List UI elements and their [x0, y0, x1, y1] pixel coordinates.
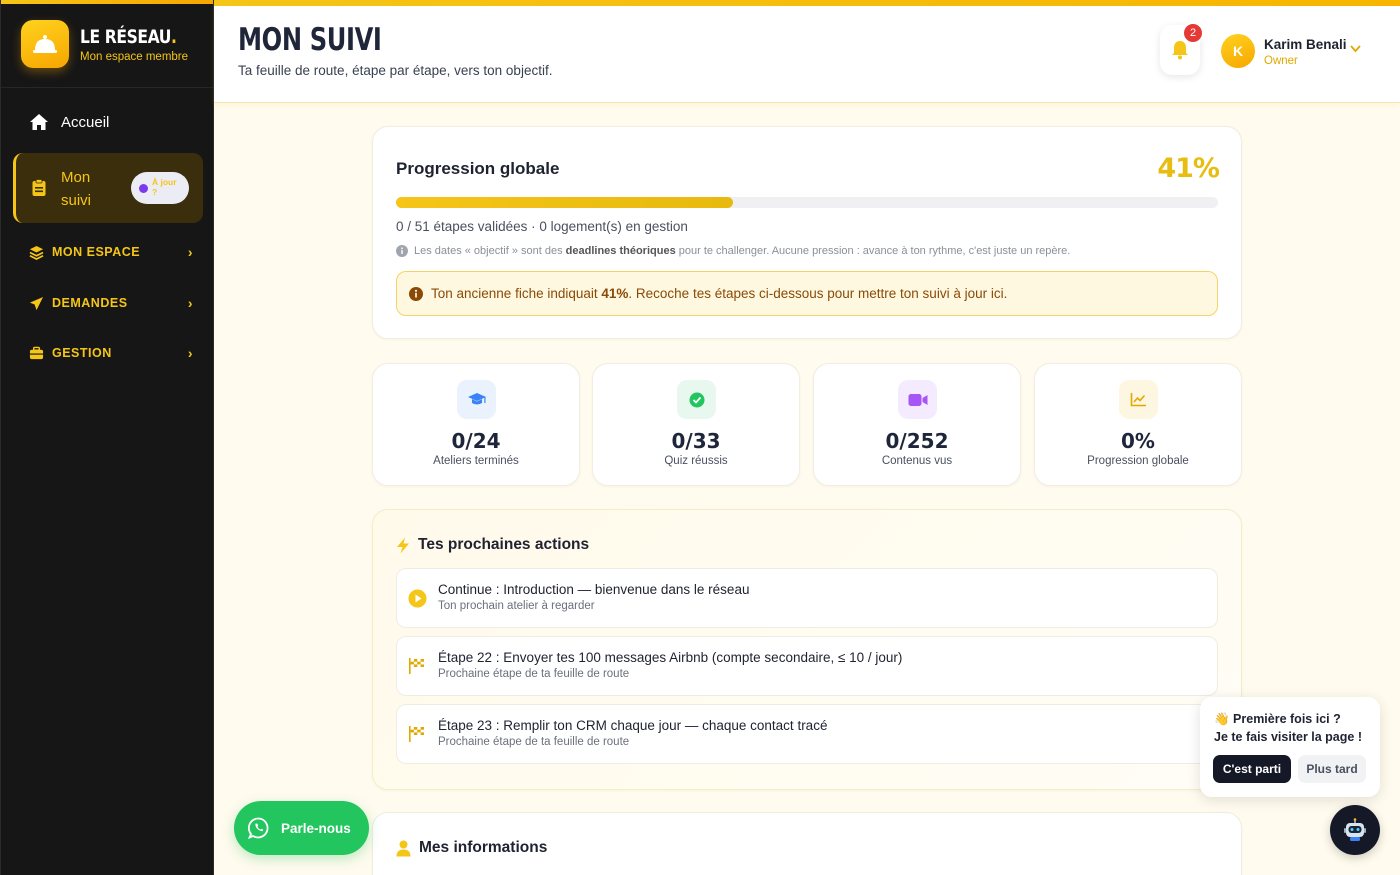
whatsapp-icon [248, 817, 269, 839]
progress-bar-fill [396, 197, 734, 208]
sidebar-item-label: Accueil [61, 113, 110, 131]
next-actions-card: Tes prochaines actions Continue : Introd… [372, 509, 1242, 790]
info-icon [409, 286, 423, 301]
tour-popup: 👋 Première fois ici ? Je te fais visiter… [1200, 697, 1380, 797]
user-name[interactable]: Karim Benali [1264, 37, 1347, 52]
play-circle-icon [408, 589, 427, 608]
next-actions-title: Tes prochaines actions [396, 536, 589, 554]
stat-card-progression: 0% Progression globale [1034, 363, 1242, 486]
stat-card-ateliers: 0/24 Ateliers terminés [372, 363, 580, 486]
page-title: MON SUIVI [238, 22, 382, 58]
stat-label: Contenus vus [881, 455, 953, 467]
brand-title: LE RÉSEAU. [80, 25, 177, 48]
action-item-etape-22[interactable]: Étape 22 : Envoyer tes 100 messages Airb… [396, 636, 1218, 696]
page-header: MON SUIVI Ta feuille de route, étape par… [214, 0, 1400, 103]
sidebar-group-mon-espace[interactable]: MON ESPACE › [29, 244, 193, 260]
progress-bar [396, 197, 1218, 208]
checkered-flag-icon [409, 658, 424, 674]
legacy-progress-alert: Ton ancienne fiche indiquait 41%. Recoch… [396, 271, 1218, 316]
toggle-label: À jour ? [152, 177, 177, 197]
stat-value: 0/252 [885, 429, 949, 453]
action-title: Étape 22 : Envoyer tes 100 messages Airb… [438, 650, 903, 665]
stat-label: Ateliers terminés [433, 455, 519, 467]
chevron-right-icon: › [187, 244, 193, 260]
sidebar-item-home[interactable]: Accueil [29, 113, 109, 131]
lightning-icon [397, 537, 409, 553]
avatar[interactable]: K [1221, 34, 1255, 68]
toggle-knob [139, 184, 148, 193]
progress-percent: 41% [1157, 153, 1220, 184]
check-circle-icon [677, 380, 716, 419]
chevron-right-icon: › [187, 295, 193, 311]
sidebar-group-demandes[interactable]: DEMANDES › [29, 295, 193, 311]
brand-subtitle: Mon espace membre [80, 50, 189, 63]
progress-card: Progression globale 41% 0 / 51 étapes va… [372, 126, 1242, 339]
video-icon [898, 380, 937, 419]
robot-icon [1344, 818, 1366, 841]
my-info-card: Mes informations [372, 812, 1242, 875]
action-title: Étape 23 : Remplir ton CRM chaque jour —… [438, 718, 828, 733]
layers-icon [29, 245, 44, 260]
action-item-etape-23[interactable]: Étape 23 : Remplir ton CRM chaque jour —… [396, 704, 1218, 764]
assistant-bot-button[interactable] [1330, 805, 1380, 855]
action-item-continue-atelier[interactable]: Continue : Introduction — bienvenue dans… [396, 568, 1218, 628]
paper-plane-icon [29, 296, 44, 310]
chart-line-icon [1119, 380, 1158, 419]
sidebar-group-gestion[interactable]: GESTION › [29, 345, 193, 361]
start-tour-button[interactable]: C'est parti [1213, 755, 1291, 783]
stat-value: 0/24 [451, 429, 501, 453]
sidebar: LE RÉSEAU. Mon espace membre Accueil Mon… [0, 0, 214, 875]
whatsapp-contact-button[interactable]: Parle-nous [234, 801, 369, 855]
my-info-title: Mes informations [396, 839, 547, 857]
stat-label: Quiz réussis [664, 455, 728, 467]
action-subtitle: Prochaine étape de ta feuille de route [438, 736, 630, 748]
notifications-button[interactable]: 2 [1160, 22, 1204, 75]
page-subtitle: Ta feuille de route, étape par étape, ve… [238, 63, 553, 78]
whatsapp-label: Parle-nous [281, 820, 351, 836]
home-icon [30, 114, 48, 130]
sidebar-group-label: GESTION [52, 346, 112, 360]
graduation-cap-icon [457, 380, 496, 419]
stat-label: Progression globale [1087, 455, 1189, 467]
progress-title: Progression globale [396, 159, 560, 178]
action-subtitle: Ton prochain atelier à regarder [438, 600, 595, 612]
chevron-down-icon[interactable] [1350, 42, 1361, 56]
notification-count-badge: 2 [1182, 22, 1204, 44]
sidebar-group-label: DEMANDES [52, 296, 128, 310]
up-to-date-toggle[interactable]: À jour ? [131, 172, 189, 204]
action-title: Continue : Introduction — bienvenue dans… [438, 582, 750, 597]
stat-value: 0/33 [671, 429, 721, 453]
stat-value: 0% [1121, 429, 1155, 453]
bell-icon [1172, 41, 1188, 60]
sidebar-divider [1, 87, 213, 88]
user-icon [396, 840, 411, 856]
checkered-flag-icon [409, 726, 424, 742]
service-bell-icon [21, 20, 69, 68]
brand[interactable]: LE RÉSEAU. Mon espace membre [21, 20, 198, 68]
sidebar-item-label: Mon suivi [61, 169, 92, 209]
progress-note: Les dates « objectif » sont des deadline… [396, 245, 1070, 257]
user-role: Owner [1264, 55, 1298, 67]
later-button[interactable]: Plus tard [1298, 755, 1366, 783]
stat-card-contenus: 0/252 Contenus vus [813, 363, 1021, 486]
stat-card-quiz: 0/33 Quiz réussis [592, 363, 800, 486]
chevron-right-icon: › [187, 345, 193, 361]
progress-stats: 0 / 51 étapes validées · 0 logement(s) e… [396, 219, 688, 234]
sidebar-item-mon-suivi[interactable]: Mon suivi À jour ? [13, 153, 203, 223]
clipboard-icon [32, 179, 46, 196]
tour-text: 👋 Première fois ici ? Je te fais visiter… [1214, 712, 1362, 744]
briefcase-icon [29, 346, 44, 359]
sidebar-group-label: MON ESPACE [52, 245, 141, 259]
action-subtitle: Prochaine étape de ta feuille de route [438, 668, 630, 680]
info-icon [396, 245, 408, 257]
